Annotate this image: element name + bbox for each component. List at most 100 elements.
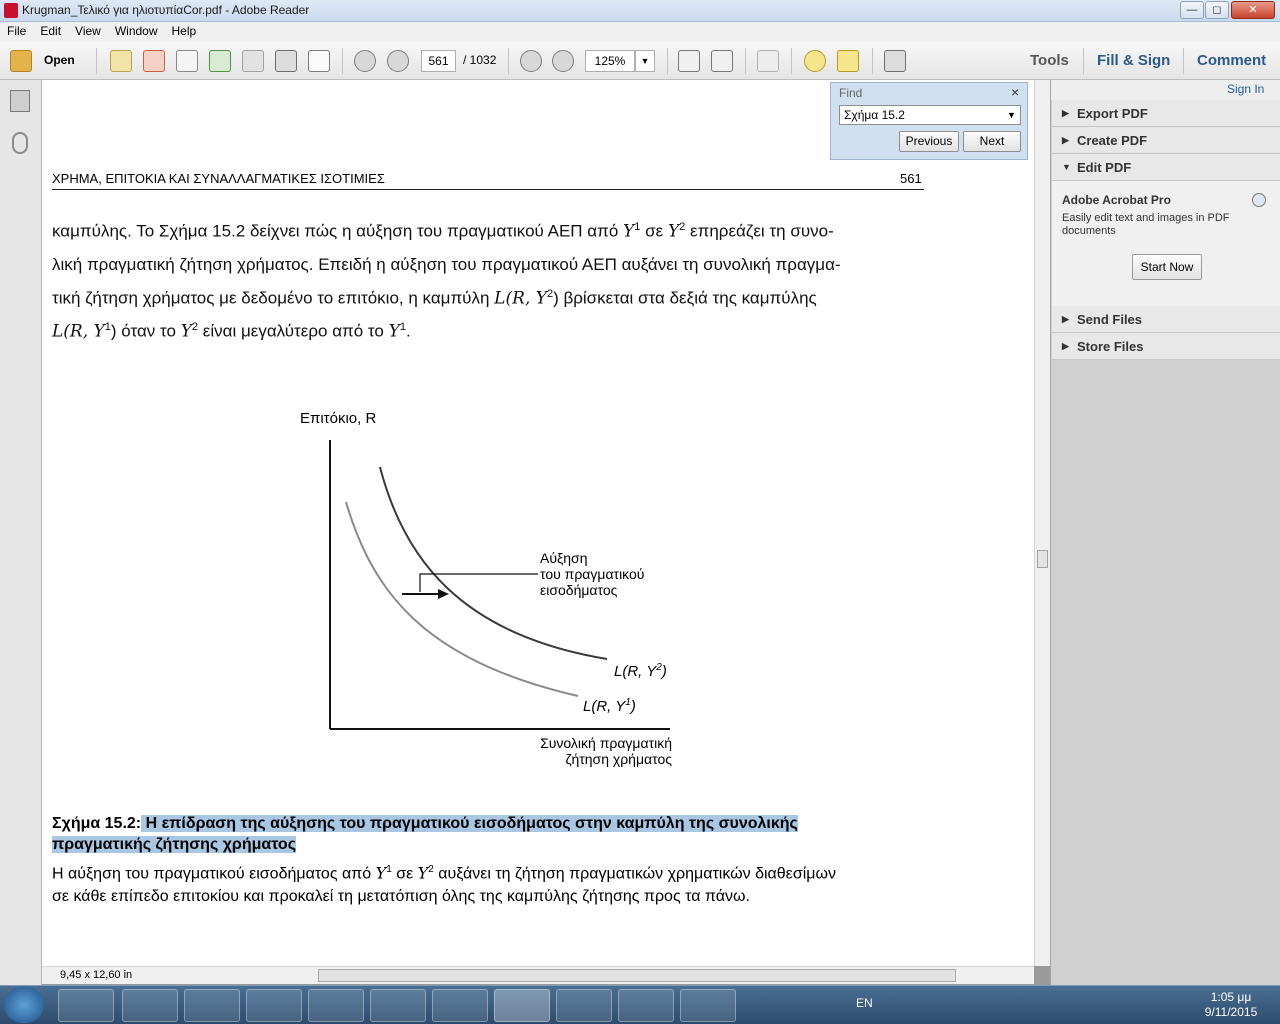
page-size-readout: 9,45 x 12,60 in [60,969,133,981]
body-line-1: καμπύλης. Το Σχήμα 15.2 δείχνει πώς η αύ… [52,221,834,242]
save-icon[interactable] [242,50,264,72]
zoom-out-icon[interactable] [520,50,542,72]
attachments-icon[interactable] [12,132,28,154]
edit-pdf-icon[interactable] [176,50,198,72]
folder-open-icon[interactable] [10,50,32,72]
export-pdf-section[interactable]: ▶ Export PDF [1052,100,1280,127]
horizontal-scroll-thumb[interactable] [318,969,956,982]
full-screen-icon[interactable] [884,50,906,72]
previous-page-icon[interactable] [354,50,376,72]
store-files-section[interactable]: ▶ Store Files [1052,333,1280,360]
mail-taskbar-icon[interactable] [308,989,364,1022]
system-tray-icons[interactable] [886,998,1176,1012]
language-indicator[interactable]: EN [856,996,873,1010]
find-previous-button[interactable]: Previous [899,131,959,152]
annotation-leader-line [419,573,538,592]
zoom-dropdown-icon[interactable]: ▼ [635,50,655,72]
caption-title-line-2: πραγματικής ζήτησης χρήματος [52,836,297,853]
export-pdf-icon[interactable] [143,50,165,72]
winrar-taskbar-icon[interactable] [556,989,612,1022]
right-tools-panel: Sign In ▶ Export PDF ▶ Create PDF ▼ Edit PD… [1050,80,1280,985]
caption-body-line-1: Η αύξηση του πραγματικού εισοδήματος από… [52,863,836,883]
find-title: Find [839,86,863,100]
menu-edit[interactable]: Edit [33,22,68,38]
menu-file[interactable]: File [0,22,33,38]
caption-body-line-2: σε κάθε επίπεδο επιτοκίου και προκαλεί τ… [52,888,750,906]
maximize-button[interactable]: ◻ [1205,1,1229,19]
find-dropdown-icon[interactable]: ▼ [1007,110,1016,120]
fill-sign-tab[interactable]: Fill & Sign [1097,52,1170,69]
annotation-line-3: εισοδήματος [540,582,618,598]
upload-cloud-icon[interactable] [209,50,231,72]
comment-note-icon[interactable] [804,50,826,72]
find-query-input[interactable]: Σχήμα 15.2 [839,105,1021,125]
x-axis-label-line-1: Συνολική πραγματική [540,735,672,751]
open-button[interactable]: Open [44,53,75,67]
explorer-taskbar-icon[interactable] [58,989,114,1022]
chrome-taskbar-icon[interactable] [246,989,302,1022]
menu-view[interactable]: View [68,22,108,38]
print-icon[interactable] [275,50,297,72]
find-close-icon[interactable]: × [1011,84,1019,100]
tools-tab[interactable]: Tools [1030,52,1069,69]
email-icon[interactable] [308,50,330,72]
annotation-line-2: του πραγματικού [540,566,645,582]
page-number-input[interactable]: 561 [421,50,456,72]
clock-date: 9/11/2015 [1204,1005,1258,1019]
figure-caption-title: Σχήμα 15.2: Η επίδραση της αύξησης του π… [52,813,798,855]
menu-help[interactable]: Help [165,22,204,38]
minimize-button[interactable]: — [1180,1,1204,19]
vertical-scrollbar[interactable] [1034,80,1050,966]
zoom-in-icon[interactable] [552,50,574,72]
y-axis-label: Επιτόκιο, R [300,410,377,427]
windows-taskbar: EN 1:05 μμ 9/11/2015 [0,985,1280,1024]
toolbar-divider [1083,48,1084,74]
fit-width-icon[interactable] [678,50,700,72]
find-panel: Find × Σχήμα 15.2 ▼ Previous Next [830,82,1028,160]
toolbar-divider [96,48,97,74]
x-axis-label: Συνολική πραγματική ζήτηση χρήματος [492,735,672,767]
page-total: / 1032 [463,53,497,67]
internet-explorer-taskbar-icon[interactable] [122,989,178,1022]
menu-bar: File Edit View Window Help [0,22,1280,42]
toolbar-divider [508,48,509,74]
fit-page-icon[interactable] [711,50,733,72]
curve-label-y1: L(R, Y1) [583,697,636,715]
left-navigation-pane [0,80,42,985]
send-files-section[interactable]: ▶ Send Files [1052,306,1280,333]
body-line-3: τική ζήτηση χρήματος με δεδομένο το επιτ… [52,288,817,309]
caption-number: Σχήμα 15.2: [52,815,142,832]
toolbar-divider [1183,48,1184,74]
acrobat-promo-icon [1252,193,1266,207]
adobe-reader-taskbar-icon[interactable] [494,989,550,1022]
find-next-button[interactable]: Next [963,131,1021,152]
page-thumbnails-icon[interactable] [10,90,30,112]
horizontal-scrollbar[interactable]: 9,45 x 12,60 in [42,966,1034,984]
start-now-button[interactable]: Start Now [1132,254,1202,280]
create-pdf-icon[interactable] [110,50,132,72]
sign-in-link[interactable]: Sign In [1227,82,1264,96]
sign-icon[interactable] [757,50,779,72]
figure-caption-body: Η αύξηση του πραγματικού εισοδήματος από… [52,858,836,908]
menu-window[interactable]: Window [108,22,165,38]
close-window-button[interactable]: ✕ [1231,1,1275,19]
start-button-icon[interactable] [4,987,44,1023]
powerpoint-taskbar-icon[interactable] [432,989,488,1022]
annotation-line-1: Αύξηση [540,550,588,566]
zoom-level-input[interactable]: 125% [585,50,635,72]
highlight-icon[interactable] [837,50,859,72]
media-player-taskbar-icon[interactable] [184,989,240,1022]
edit-pdf-section[interactable]: ▼ Edit PDF [1052,154,1280,181]
toolbar-divider [667,48,668,74]
firefox-taskbar-icon[interactable] [618,989,674,1022]
next-page-icon[interactable] [387,50,409,72]
vertical-scroll-thumb[interactable] [1037,550,1048,568]
comment-tab[interactable]: Comment [1197,52,1266,69]
edit-pdf-promo: Adobe Acrobat Pro Easily edit text and i… [1052,181,1280,307]
app-taskbar-icon[interactable] [370,989,426,1022]
snipping-tool-taskbar-icon[interactable] [680,989,736,1022]
toolbar: Open 561 / 1032 125% ▼ Tools Fill & Sign… [0,42,1280,80]
shift-arrowhead [438,589,449,599]
create-pdf-section[interactable]: ▶ Create PDF [1052,127,1280,154]
clock[interactable]: 1:05 μμ 9/11/2015 [1196,990,1266,1020]
